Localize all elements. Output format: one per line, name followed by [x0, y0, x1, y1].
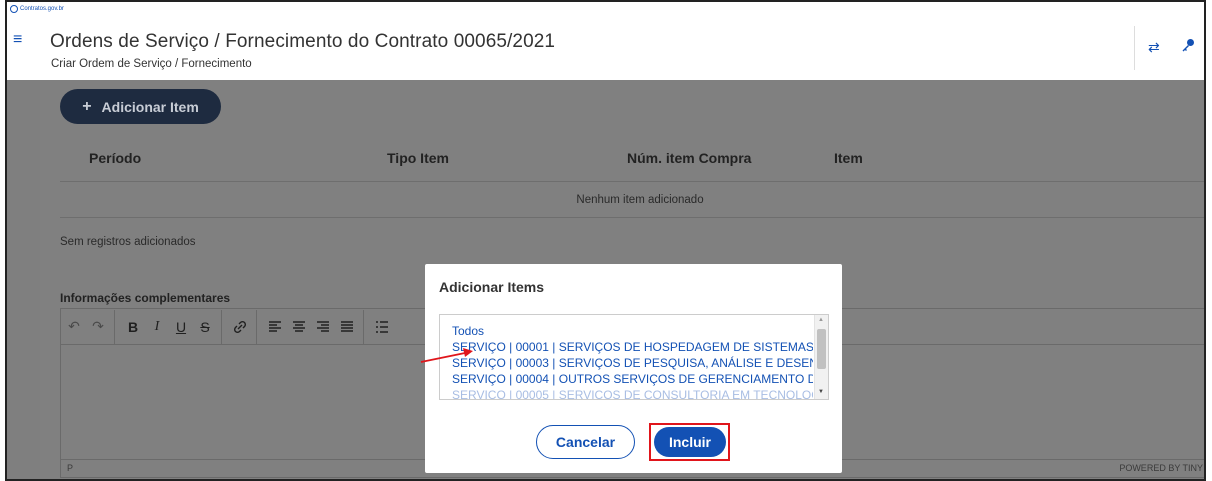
- toolbar-separator: [221, 309, 222, 344]
- bullet-list-icon[interactable]: [371, 316, 393, 338]
- table-empty-message: Nenhum item adicionado: [576, 194, 704, 206]
- key-icon[interactable]: [1181, 38, 1195, 55]
- toolbar-separator: [114, 309, 115, 344]
- include-button[interactable]: Incluir: [654, 427, 726, 457]
- toolbar-separator: [256, 309, 257, 344]
- list-option[interactable]: Todos: [440, 323, 813, 339]
- list-option[interactable]: SERVIÇO | 00004 | OUTROS SERVIÇOS DE GER…: [440, 371, 813, 387]
- page-subtitle: Criar Ordem de Serviço / Fornecimento: [51, 58, 252, 70]
- align-justify-icon-svg: [341, 320, 353, 332]
- switch-arrows-icon[interactable]: ⇄: [1148, 39, 1160, 56]
- no-records-text: Sem registros adicionados: [60, 236, 196, 248]
- items-options: Todos SERVIÇO | 00001 | SERVIÇOS DE HOSP…: [440, 323, 813, 399]
- list-option[interactable]: SERVIÇO | 00001 | SERVIÇOS DE HOSPEDAGEM…: [440, 339, 813, 355]
- include-highlight-box: Incluir: [649, 423, 730, 461]
- bullet-list-icon-svg: [376, 320, 388, 333]
- column-header-tipo-item: Tipo Item: [387, 150, 449, 166]
- link-icon[interactable]: [229, 316, 251, 338]
- app-logo[interactable]: Contratos.gov.br: [10, 5, 64, 13]
- table-divider: [60, 181, 1204, 182]
- table-divider: [60, 217, 1204, 218]
- column-header-item: Item: [834, 150, 863, 166]
- link-icon-svg: [233, 320, 247, 333]
- cancel-button[interactable]: Cancelar: [536, 425, 635, 459]
- add-item-label: Adicionar Item: [101, 98, 199, 115]
- align-center-icon[interactable]: [288, 316, 310, 338]
- info-complementares-label: Informações complementares: [60, 291, 231, 305]
- underline-icon[interactable]: U: [170, 316, 192, 338]
- column-header-num-item-compra: Núm. item Compra: [627, 150, 752, 166]
- list-option[interactable]: SERVIÇO | 00005 | SERVIÇOS DE CONSULTORI…: [440, 387, 813, 399]
- align-center-icon-svg: [293, 320, 305, 332]
- page-header: Contratos.gov.br ≡ Ordens de Serviço / F…: [7, 2, 1204, 80]
- logo-text: Contratos.gov.br: [20, 6, 64, 12]
- hamburger-menu-icon[interactable]: ≡: [13, 32, 22, 48]
- app-window: Contratos.gov.br ≡ Ordens de Serviço / F…: [5, 0, 1206, 481]
- editor-path: P: [67, 463, 74, 473]
- plus-icon: +: [82, 97, 92, 115]
- list-option[interactable]: SERVIÇO | 00003 | SERVIÇOS DE PESQUISA, …: [440, 355, 813, 371]
- align-right-icon-svg: [317, 320, 329, 332]
- modal-title: Adicionar Items: [439, 279, 545, 295]
- align-right-icon[interactable]: [312, 316, 334, 338]
- scroll-up-arrow-icon[interactable]: ▲: [818, 317, 824, 323]
- header-divider: [1134, 26, 1135, 70]
- align-left-icon[interactable]: [264, 316, 286, 338]
- align-justify-icon[interactable]: [336, 316, 358, 338]
- strikethrough-icon[interactable]: S: [194, 316, 216, 338]
- add-item-button[interactable]: + Adicionar Item: [60, 89, 221, 124]
- items-select-list[interactable]: Todos SERVIÇO | 00001 | SERVIÇOS DE HOSP…: [439, 314, 829, 400]
- key-icon-svg: [1182, 39, 1194, 52]
- toolbar-separator: [363, 309, 364, 344]
- logo-icon: [10, 5, 18, 13]
- annotation-arrow-icon: [420, 348, 473, 363]
- scroll-down-arrow-icon[interactable]: ▼: [818, 389, 824, 395]
- add-items-modal: Adicionar Items Todos SERVIÇO | 00001 | …: [425, 264, 842, 473]
- page-title: Ordens de Serviço / Fornecimento do Cont…: [50, 31, 556, 52]
- bold-icon[interactable]: B: [122, 316, 144, 338]
- undo-icon[interactable]: ↶: [63, 316, 85, 338]
- powered-by-tiny[interactable]: POWERED BY TINY: [1119, 463, 1203, 473]
- redo-icon[interactable]: ↷: [87, 316, 109, 338]
- scrollbar-thumb[interactable]: [817, 329, 826, 369]
- items-table-header: Período Tipo Item Núm. item Compra Item: [60, 150, 1204, 180]
- list-scrollbar[interactable]: ▲ ▼: [814, 315, 828, 399]
- column-header-periodo: Período: [89, 150, 142, 166]
- italic-icon[interactable]: I: [146, 316, 168, 338]
- align-left-icon-svg: [269, 320, 281, 332]
